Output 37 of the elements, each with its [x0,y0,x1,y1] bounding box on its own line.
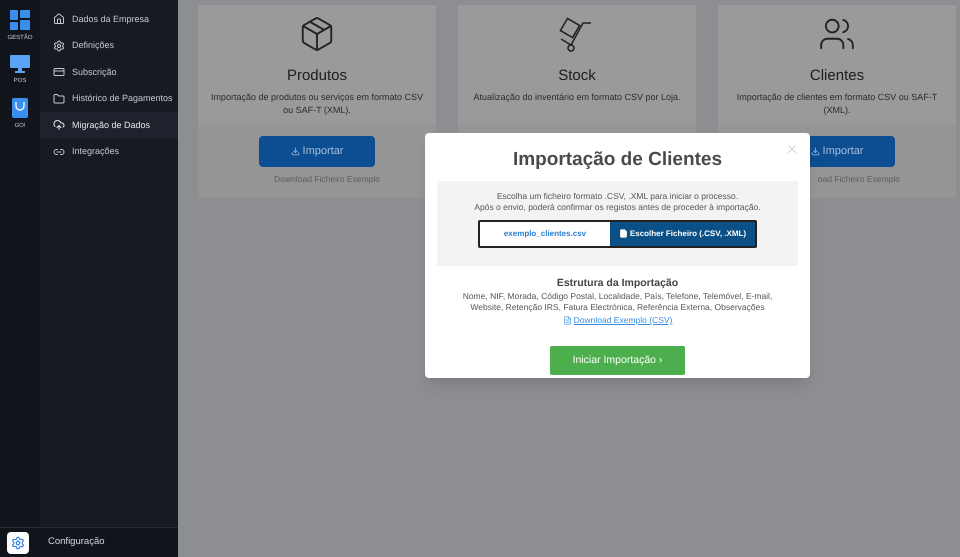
structure-fields: Nome, NIF, Morada, Código Postal, Localidade, País, Telefone, Telemóvel, E-mail, Website, Retenção IRS, Fatura Electrónica, Referência Externa, Observações [448,291,788,314]
download-icon [290,147,300,156]
sidebar-item[interactable]: Definições [40,32,178,59]
instruction-text: Após o envio, poderá confirmar os registos antes de proceder à importação. [474,202,761,212]
footer-label[interactable]: Configuração [48,535,105,550]
download-example-link[interactable]: Download Exemplo (CSV) [574,314,672,327]
file-icon [562,316,572,326]
choose-file-button[interactable]: Escolher Ficheiro (.CSV, .XML) [610,222,755,246]
card-description: Atualização do inventário em formato CSV por Loja. [473,90,681,104]
settings-icon [11,536,25,550]
instruction-text: Escolha um ficheiro formato .CSV, .XML para iniciar o processo. [496,190,738,202]
sidebar-item[interactable]: Integrações [40,138,178,165]
card-icon [53,66,65,78]
modal-title: Importação de Clientes [512,148,722,172]
file-name: exemplo_clientes.csv [502,228,588,240]
file-icon [618,229,628,238]
sidebar-item[interactable]: Subscrição [40,59,178,86]
import-button[interactable]: Importar [259,136,375,167]
card-description: Importação de produtos ou serviços em formato CSV ou SAF-T (XML). [210,90,424,116]
file-input[interactable]: exemplo_clientes.csv Escolher Ficheiro (.CSV, .XML) [478,220,757,248]
settings-button[interactable] [7,532,29,554]
folder-icon [53,92,65,105]
upload-icon [53,119,65,132]
card-title: Stock [558,66,596,86]
monitor-icon [10,55,30,73]
bag-icon [12,98,28,118]
download-icon [810,147,820,156]
home-icon [53,13,65,26]
card-title: Produtos [286,66,348,86]
structure-title: Estrutura da Importação [556,276,678,290]
card-description: Importação de clientes em formato CSV ou SAF-T (XML). [736,90,938,116]
tiles-icon [10,10,30,30]
sidebar-item[interactable]: Migração de Dados [40,112,178,138]
sidebar-item[interactable]: Dados da Empresa [40,6,178,32]
sidebar-item[interactable]: Histórico de Pagamentos [40,86,178,112]
settings-icon [53,40,65,52]
card-title: Clientes [810,66,864,86]
